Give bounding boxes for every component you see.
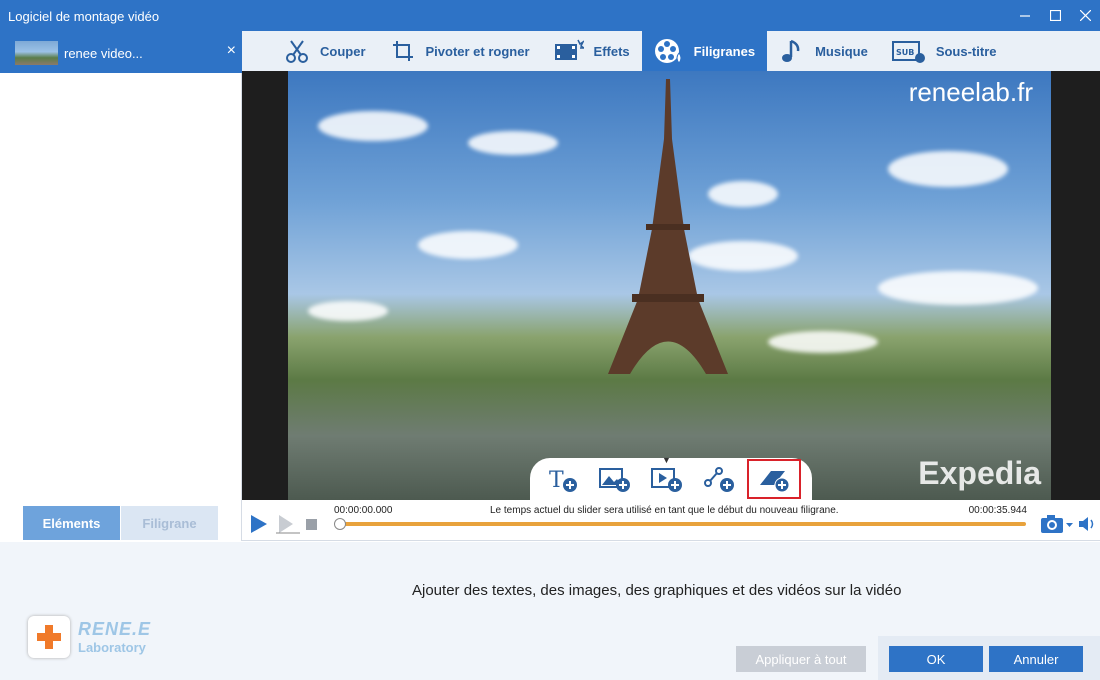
watermark-film-reel-icon: [654, 37, 684, 65]
volume-icon: [1079, 517, 1094, 531]
add-image-button[interactable]: [592, 462, 638, 496]
cancel-button[interactable]: Annuler: [989, 646, 1083, 672]
effects-film-icon: [554, 38, 584, 64]
maximize-icon: [1049, 10, 1061, 21]
add-element-bar: T ▼: [530, 455, 812, 500]
eiffel-tower-image: [608, 79, 728, 374]
apply-all-button[interactable]: Appliquer à tout: [736, 646, 866, 672]
chevron-down-icon[interactable]: ▼: [662, 455, 671, 465]
add-watermark-icon: [760, 471, 790, 493]
close-file-button[interactable]: ×: [227, 42, 236, 60]
tool-label: Couper: [320, 43, 366, 59]
watermark-text: reneelab.fr: [908, 77, 1033, 107]
player-controls: 00:00:00.000 Le temps actuel du slider s…: [242, 500, 1100, 541]
close-icon: [1079, 10, 1091, 21]
file-tab[interactable]: renee video... ×: [0, 31, 242, 73]
side-tabs: Eléments Filigrane: [23, 506, 218, 540]
tool-label: Musique: [815, 43, 868, 59]
time-start: 00:00:00.000: [334, 505, 393, 516]
minimize-icon: [1020, 14, 1030, 17]
volume-button[interactable]: [1078, 515, 1098, 536]
ok-button[interactable]: OK: [889, 646, 983, 672]
tool-sous-titre[interactable]: SUB Sous-titre: [880, 31, 1009, 71]
tool-label: Filigranes: [693, 43, 756, 59]
crop-rotate-icon: [390, 38, 416, 64]
svg-text:SUB: SUB: [896, 48, 914, 57]
edit-toolbar: Couper Pivoter et rogner Effets Filigran…: [242, 31, 1100, 71]
snapshot-button[interactable]: [1040, 514, 1076, 537]
overlay-logo: Expedia: [918, 455, 1041, 491]
logo-cross-icon: [28, 616, 70, 658]
tool-label: Sous-titre: [935, 43, 997, 59]
add-shape-icon: [703, 467, 734, 492]
slider-handle[interactable]: [334, 518, 346, 530]
hint-text: Ajouter des textes, des images, des grap…: [412, 582, 902, 599]
stop-icon: [306, 519, 317, 530]
tool-label: Effets: [593, 43, 630, 59]
tool-musique[interactable]: Musique: [767, 31, 880, 71]
rene-logo: RENE.E Laboratory: [28, 616, 151, 658]
add-text-button[interactable]: T: [541, 462, 587, 496]
tab-filigrane[interactable]: Filigrane: [121, 506, 218, 540]
time-end: 00:00:35.944: [968, 505, 1027, 516]
tool-pivoter[interactable]: Pivoter et rogner: [378, 31, 542, 71]
add-shape-button[interactable]: [696, 462, 742, 496]
play-icon: [251, 515, 267, 533]
title-bar: Logiciel de montage vidéo: [0, 0, 1100, 31]
tool-effets[interactable]: Effets: [542, 31, 642, 71]
add-image-icon: [599, 468, 631, 492]
scissors-icon: [284, 38, 310, 64]
window-title: Logiciel de montage vidéo: [8, 9, 160, 24]
add-video-button[interactable]: ▼: [644, 455, 690, 496]
add-watermark-button[interactable]: [747, 459, 802, 499]
logo-line1: RENE.E: [78, 619, 152, 639]
maximize-button[interactable]: [1040, 0, 1070, 31]
play-segment-icon: [276, 515, 300, 534]
timeline-slider[interactable]: [340, 522, 1026, 526]
play-segment-button[interactable]: [276, 514, 300, 537]
svg-text:T: T: [549, 468, 564, 493]
minimize-button[interactable]: [1010, 0, 1040, 31]
file-name: renee video...: [64, 46, 143, 61]
subtitle-icon: SUB: [891, 38, 926, 64]
camera-icon: [1041, 515, 1073, 533]
tool-filigranes[interactable]: Filigranes: [641, 31, 768, 71]
tab-elements[interactable]: Eléments: [23, 506, 120, 540]
bottom-panel: Ajouter des textes, des images, des grap…: [0, 542, 1100, 680]
slider-message: Le temps actuel du slider sera utilisé e…: [490, 505, 839, 516]
tool-couper[interactable]: Couper: [272, 31, 378, 71]
close-window-button[interactable]: [1070, 0, 1100, 31]
video-thumbnail: [15, 41, 58, 65]
preview-area: reneelab.fr Expedia T ▼: [242, 71, 1100, 500]
video-preview[interactable]: reneelab.fr Expedia: [288, 71, 1051, 500]
tool-label: Pivoter et rogner: [425, 43, 530, 59]
media-panel: renee video... × Eléments Filigrane: [0, 31, 242, 541]
add-video-icon: [650, 468, 682, 492]
play-button[interactable]: [250, 514, 268, 537]
add-text-icon: T: [549, 468, 577, 493]
logo-line2: Laboratory: [78, 640, 146, 655]
music-note-icon: [779, 38, 805, 64]
stop-button[interactable]: [306, 518, 317, 533]
